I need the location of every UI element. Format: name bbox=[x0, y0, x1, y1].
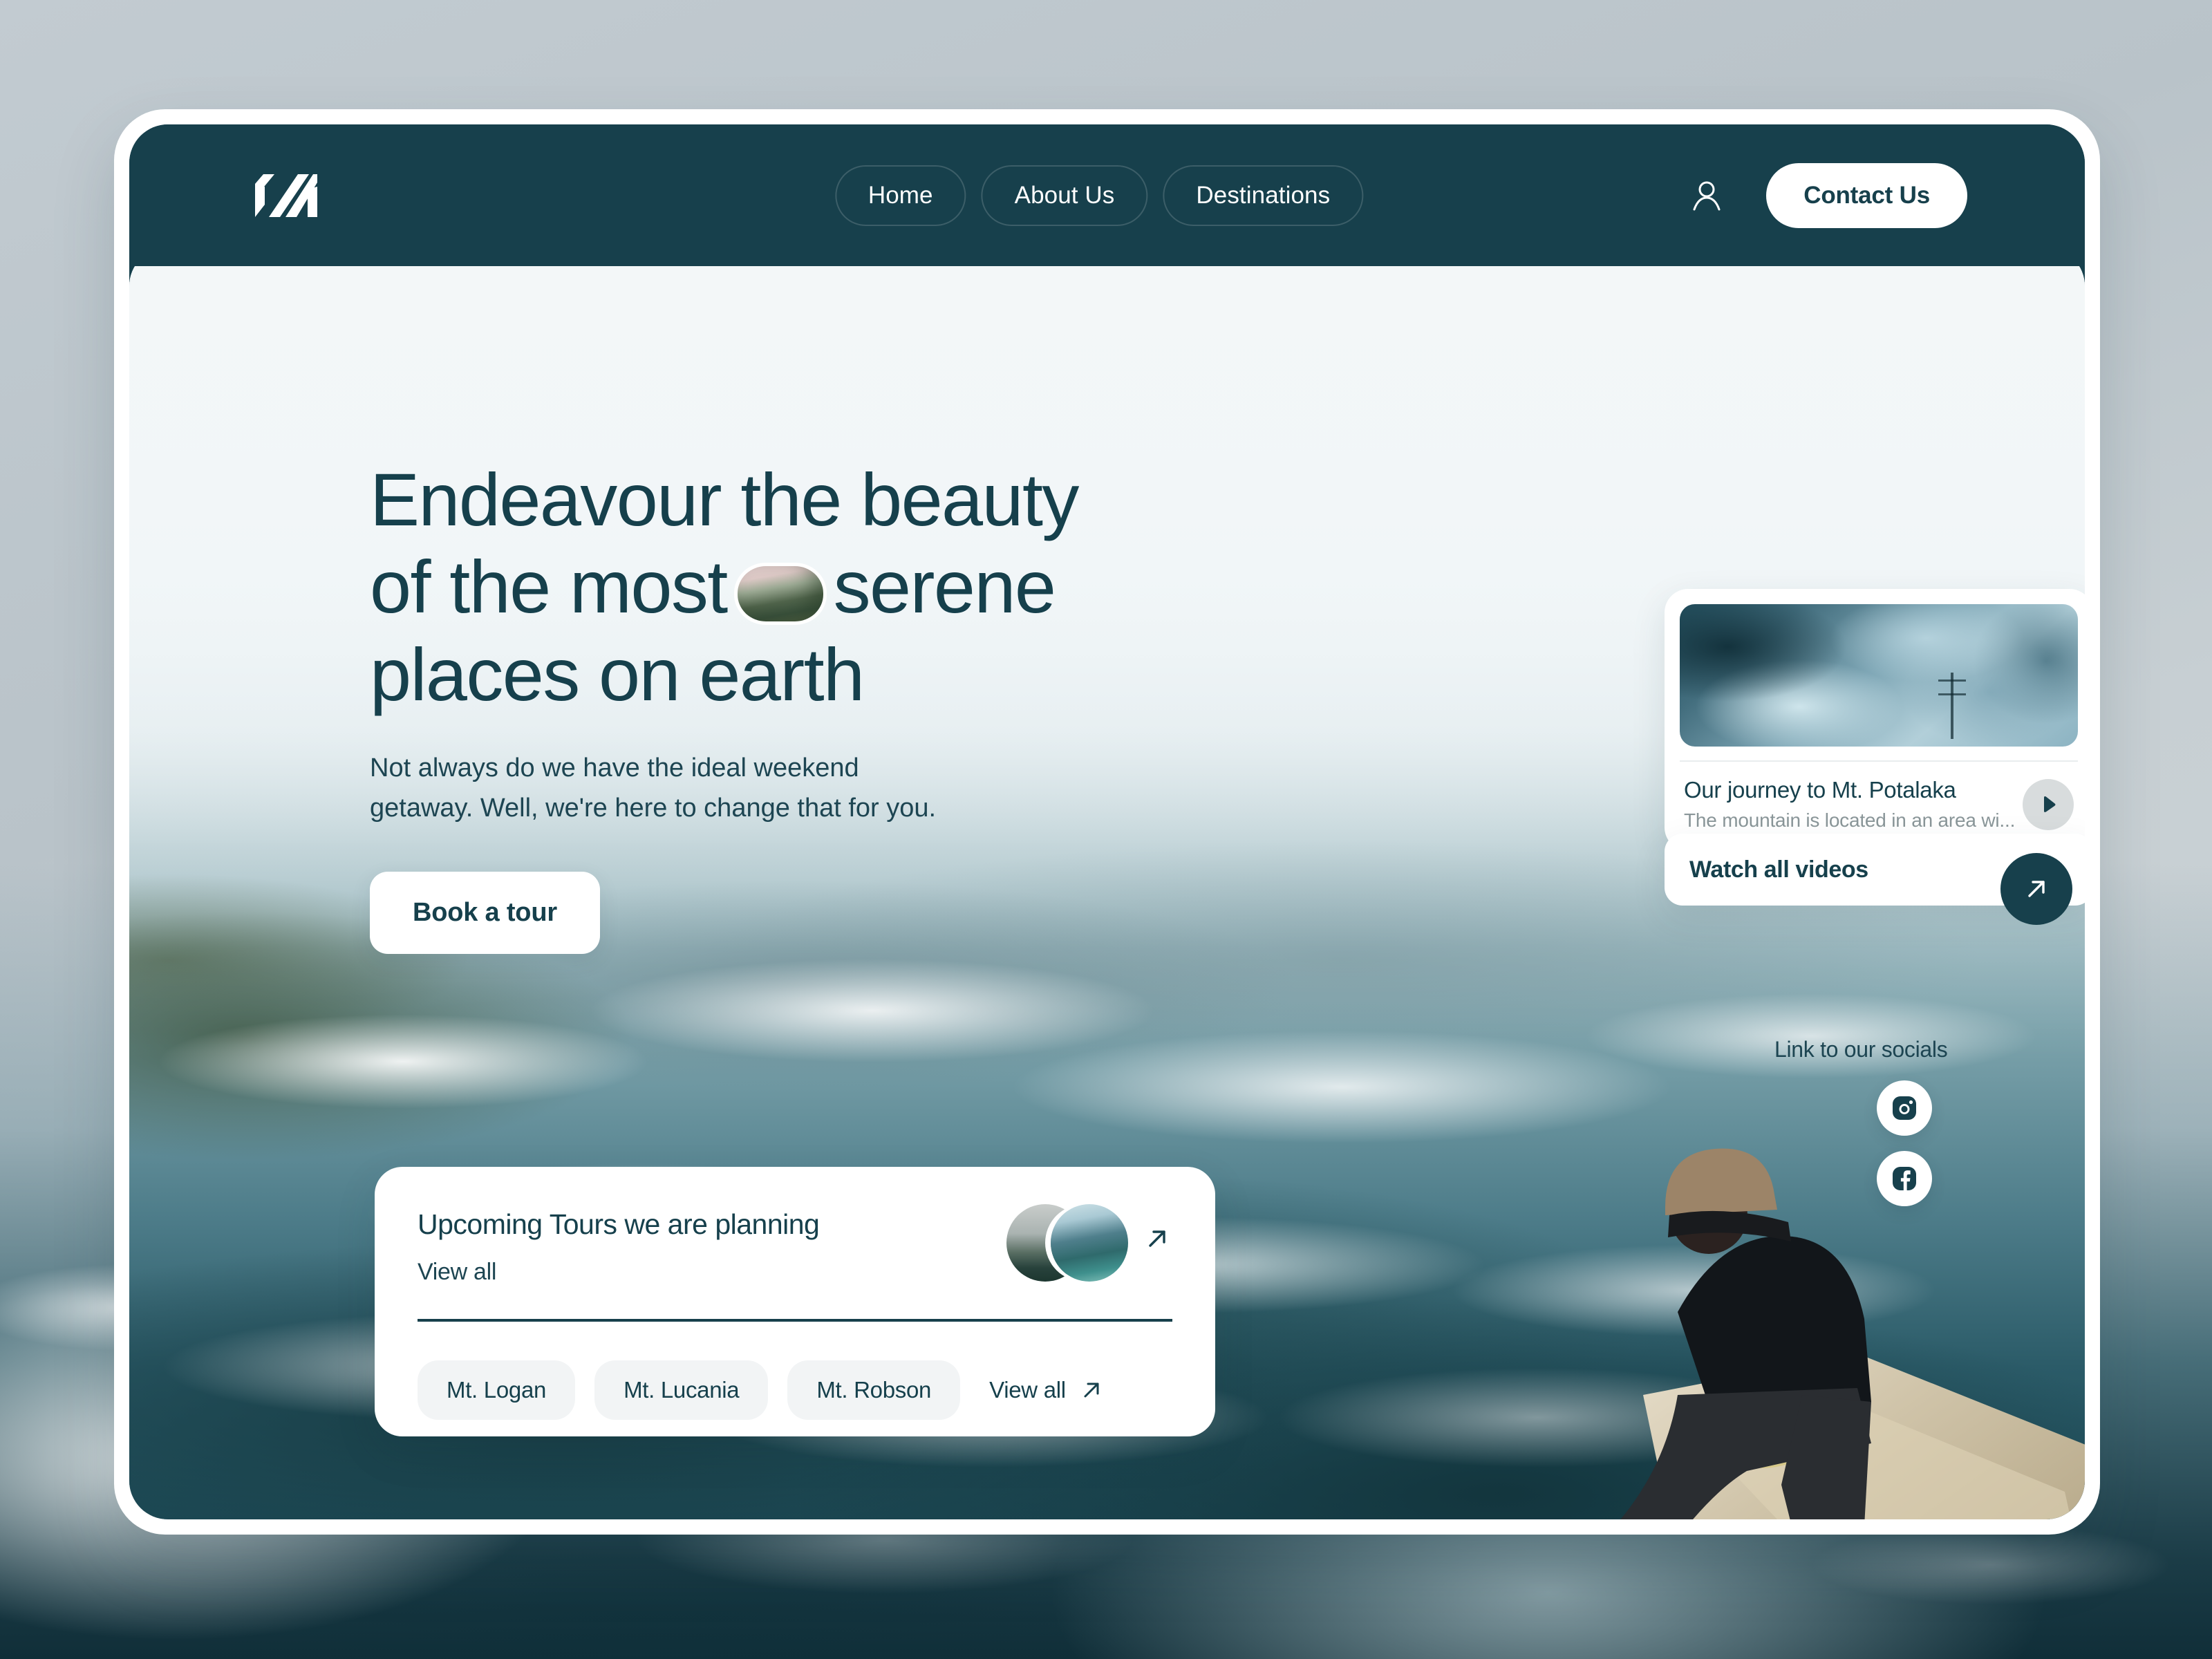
nav-item-home[interactable]: Home bbox=[834, 165, 966, 226]
socials-block: Link to our socials bbox=[1774, 1037, 1951, 1206]
nav-item-destinations[interactable]: Destinations bbox=[1163, 165, 1364, 226]
tours-chips-view-all[interactable]: View all bbox=[989, 1377, 1105, 1403]
facebook-icon bbox=[1893, 1167, 1917, 1190]
tour-chip-mt-robson[interactable]: Mt. Robson bbox=[787, 1360, 961, 1420]
lake-circle-thumbnail bbox=[1051, 1204, 1128, 1282]
tour-chip-mt-logan[interactable]: Mt. Logan bbox=[418, 1360, 576, 1420]
instagram-button[interactable] bbox=[1877, 1080, 1933, 1136]
top-navbar: Home About Us Destinations Contact Us bbox=[129, 124, 2085, 266]
page-title: Endeavour the beauty of the most serene p… bbox=[370, 456, 1079, 718]
arrow-up-right-icon[interactable] bbox=[1142, 1224, 1172, 1254]
hero-subhead: Not always do we have the ideal weekend … bbox=[370, 753, 937, 823]
social-icons bbox=[1774, 1080, 1951, 1206]
tours-chips-view-all-label: View all bbox=[989, 1377, 1066, 1403]
browser-viewport: Home About Us Destinations Contact Us En… bbox=[129, 124, 2085, 1519]
brand-logo-icon[interactable] bbox=[254, 173, 319, 218]
hero-copy: Endeavour the beauty of the most serene p… bbox=[370, 456, 1079, 954]
facebook-button[interactable] bbox=[1877, 1151, 1933, 1206]
tours-header: Upcoming Tours we are planning View all bbox=[418, 1204, 1172, 1287]
arrow-up-right-icon bbox=[1084, 1382, 1099, 1398]
tour-chip-mt-lucania[interactable]: Mt. Lucania bbox=[594, 1360, 769, 1420]
mountain-inline-thumbnail-icon bbox=[733, 563, 827, 626]
nav-right-group: Contact Us bbox=[1689, 162, 1967, 228]
browser-frame: Home About Us Destinations Contact Us En… bbox=[114, 109, 2100, 1535]
watch-all-videos-arrow-button[interactable] bbox=[2000, 853, 2072, 925]
foggy-forest-thumbnail bbox=[1680, 604, 2078, 747]
headline-line-1: Endeavour the beauty bbox=[370, 458, 1079, 541]
contact-us-button[interactable]: Contact Us bbox=[1766, 162, 1967, 228]
arrow-up-right-icon bbox=[2028, 881, 2045, 897]
tours-view-all-link[interactable]: View all bbox=[418, 1259, 819, 1286]
socials-label: Link to our socials bbox=[1774, 1037, 1948, 1062]
headline-line-3: places on earth bbox=[370, 632, 865, 716]
play-triangle-icon bbox=[2044, 796, 2056, 812]
upcoming-tours-card: Upcoming Tours we are planning View all bbox=[375, 1167, 1215, 1436]
tours-header-text: Upcoming Tours we are planning View all bbox=[418, 1208, 820, 1286]
headline-line-2a: of the most bbox=[370, 545, 728, 629]
video-title: Our journey to Mt. Potalaka bbox=[1684, 777, 1956, 803]
video-text-block: Our journey to Mt. Potalaka The mountain… bbox=[1684, 777, 2015, 832]
tours-chip-list: Mt. Logan Mt. Lucania Mt. Robson View al… bbox=[418, 1360, 1172, 1420]
user-icon[interactable] bbox=[1689, 178, 1725, 214]
tours-title: Upcoming Tours we are planning bbox=[418, 1208, 820, 1240]
nav-links: Home About Us Destinations bbox=[834, 165, 1364, 226]
page-backdrop: Home About Us Destinations Contact Us En… bbox=[0, 0, 2212, 1659]
play-icon[interactable] bbox=[2023, 778, 2074, 830]
watch-all-videos-label: Watch all videos bbox=[1689, 856, 1868, 883]
power-pole-detail bbox=[1938, 672, 1966, 739]
tours-thumbnails[interactable] bbox=[1006, 1204, 1172, 1287]
headline-line-2b: serene bbox=[833, 545, 1056, 629]
instagram-icon bbox=[1893, 1096, 1917, 1120]
nav-item-about-us[interactable]: About Us bbox=[981, 165, 1148, 226]
book-a-tour-button[interactable]: Book a tour bbox=[370, 871, 600, 954]
video-description: The mountain is located in an area wi... bbox=[1684, 809, 2016, 831]
divider bbox=[418, 1319, 1172, 1322]
video-card[interactable]: Our journey to Mt. Potalaka The mountain… bbox=[1665, 589, 2085, 851]
